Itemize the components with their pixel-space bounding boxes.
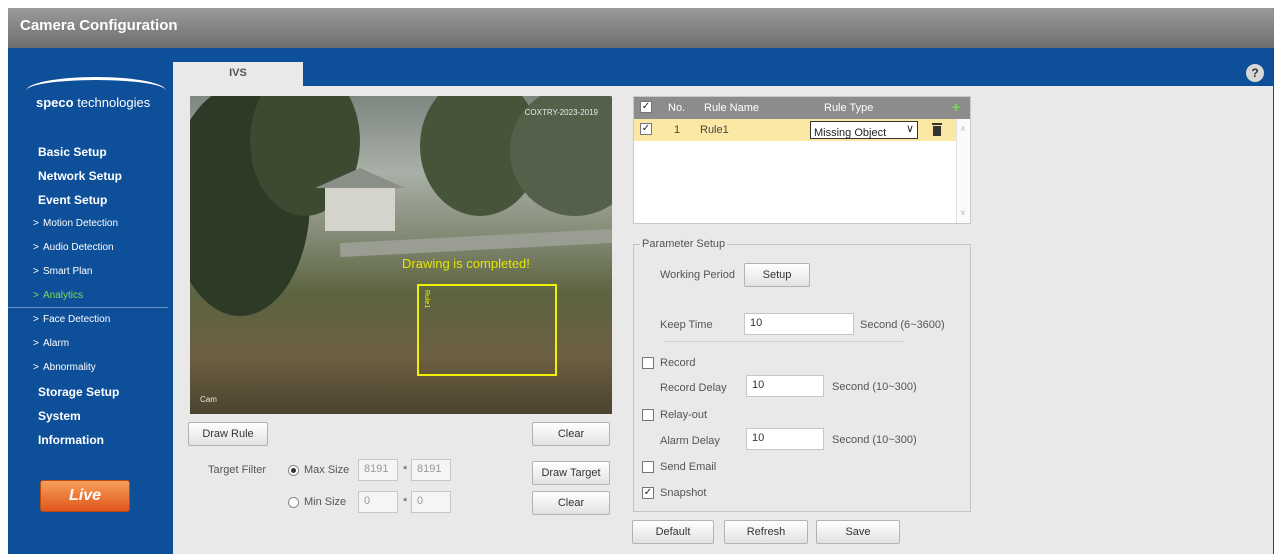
working-period-setup-button[interactable]: Setup [744,263,810,287]
sidebar: speco technologies Basic Setup Network S… [8,48,168,554]
rule-name: Rule1 [700,124,729,136]
tab-ivs[interactable]: IVS [173,62,303,86]
delete-rule-icon[interactable] [932,123,942,136]
keep-time-unit: Second (6~3600) [860,319,945,331]
sidebar-item-storage-setup[interactable]: Storage Setup [8,380,168,404]
max-width-field[interactable]: 8191 [358,459,398,481]
sidebar-item-basic-setup[interactable]: Basic Setup [8,140,168,164]
refresh-button[interactable]: Refresh [724,520,808,544]
brand-name: speco technologies [36,95,151,110]
video-channel-label: Cam [200,395,217,404]
sidebar-item-analytics[interactable]: > Analytics [8,284,168,308]
sidebar-item-audio-detection[interactable]: > Audio Detection [8,236,168,260]
chevron-right-icon: > [33,242,39,253]
keep-time-label: Keep Time [660,319,713,331]
brand-logo: speco technologies [8,73,168,123]
send-email-checkbox[interactable] [642,461,654,473]
chevron-right-icon: > [33,218,39,229]
sidebar-item-motion-detection[interactable]: > Motion Detection [8,212,168,236]
rule-enable-checkbox[interactable]: ✓ [640,123,652,135]
column-rule-name: Rule Name [704,102,760,114]
clear-target-button[interactable]: Clear [532,491,610,515]
chevron-right-icon: > [33,338,39,349]
rules-table-header: ✓ No. Rule Name Rule Type + [634,97,970,119]
max-height-field[interactable]: 8191 [411,459,451,481]
table-row[interactable]: ✓ 1 Rule1 Missing Object ∨ [634,119,970,141]
column-no: No. [668,102,686,114]
min-size-label: Min Size [304,496,347,508]
working-period-label: Working Period [660,269,735,281]
window-title-bar: Camera Configuration [8,8,1274,48]
video-timestamp: COXTRY-2023-2019 [524,108,598,117]
live-button[interactable]: Live [40,480,130,512]
section-divider [664,341,904,342]
sidebar-item-abnormality[interactable]: > Abnormality [8,356,168,380]
send-email-label: Send Email [660,461,717,473]
parameter-setup-group: Parameter Setup Working Period Setup Kee… [633,238,971,512]
max-size-radio[interactable] [288,465,299,476]
scroll-up-icon[interactable]: ∧ [960,125,968,133]
chevron-right-icon: > [33,362,39,373]
draw-rule-button[interactable]: Draw Rule [188,422,268,446]
chevron-down-icon: ∨ [905,123,914,135]
relay-out-checkbox[interactable] [642,409,654,421]
column-rule-type: Rule Type [824,102,874,114]
snapshot-checkbox[interactable]: ✓ [642,487,654,499]
sidebar-item-event-setup[interactable]: Event Setup [8,188,168,212]
sidebar-menu: Basic Setup Network Setup Event Setup > M… [8,140,168,452]
rule-region-label: Rule1 [423,290,430,309]
help-icon[interactable]: ? [1246,64,1264,82]
ivs-panel: COXTRY-2023-2019 Cam Drawing is complete… [173,86,1273,554]
min-height-field[interactable]: 0 [411,491,451,513]
target-filter-label: Target Filter [208,464,267,476]
rules-scrollbar[interactable]: ∧ ∨ [956,119,970,223]
video-preview[interactable]: COXTRY-2023-2019 Cam Drawing is complete… [190,96,612,414]
record-checkbox[interactable] [642,357,654,369]
app-frame: speco technologies Basic Setup Network S… [8,48,1274,554]
keep-time-field[interactable]: 10 [744,313,854,335]
rule-region-box[interactable]: Rule1 [417,284,557,376]
relay-out-label: Relay-out [660,409,708,421]
chevron-right-icon: > [33,266,39,277]
drawing-status-text: Drawing is completed! [402,256,530,271]
rules-table: ✓ No. Rule Name Rule Type + ✓ 1 Rule1 Mi… [633,96,971,224]
rule-type-select[interactable]: Missing Object ∨ [810,121,918,139]
alarm-delay-unit: Second (10~300) [832,434,917,446]
sidebar-item-face-detection[interactable]: > Face Detection [8,308,168,332]
alarm-delay-field[interactable]: 10 [746,428,824,450]
sidebar-item-smart-plan[interactable]: > Smart Plan [8,260,168,284]
alarm-delay-label: Alarm Delay [660,435,720,447]
snapshot-label: Snapshot [660,487,707,499]
record-delay-field[interactable]: 10 [746,375,824,397]
road-shape [339,228,612,258]
min-width-field[interactable]: 0 [358,491,398,513]
clear-rule-button[interactable]: Clear [532,422,610,446]
save-button[interactable]: Save [816,520,900,544]
default-button[interactable]: Default [632,520,714,544]
record-delay-label: Record Delay [660,382,727,394]
record-label: Record [660,357,696,369]
max-times-sign: * [403,464,408,476]
select-all-checkbox[interactable]: ✓ [640,101,652,113]
draw-target-button[interactable]: Draw Target [532,461,610,485]
sidebar-item-alarm[interactable]: > Alarm [8,332,168,356]
chevron-right-icon: > [33,314,39,325]
scroll-down-icon[interactable]: ∨ [960,209,968,217]
rule-no: 1 [674,124,681,136]
sidebar-item-information[interactable]: Information [8,428,168,452]
min-size-radio[interactable] [288,497,299,508]
record-delay-unit: Second (10~300) [832,381,917,393]
max-size-label: Max Size [304,464,350,476]
chevron-right-icon: > [33,290,39,301]
sidebar-item-network-setup[interactable]: Network Setup [8,164,168,188]
window-title: Camera Configuration [20,17,178,34]
parameter-setup-title: Parameter Setup [640,238,728,250]
min-times-sign: * [403,496,408,508]
house-shape [315,168,405,231]
sidebar-item-system[interactable]: System [8,404,168,428]
add-rule-icon[interactable]: + [952,100,964,114]
